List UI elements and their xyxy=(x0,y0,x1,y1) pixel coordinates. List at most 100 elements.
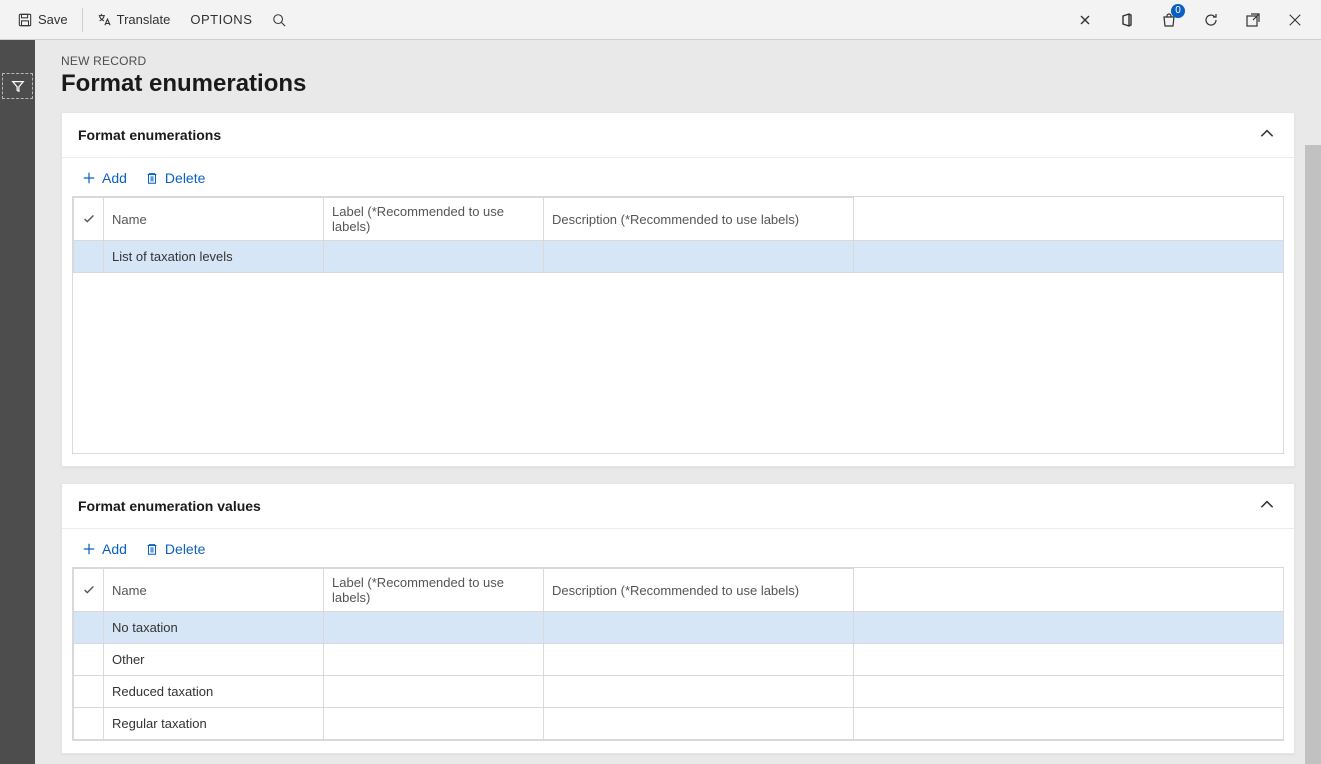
table-row[interactable]: List of taxation levels xyxy=(74,241,1284,273)
select-all-header[interactable] xyxy=(74,569,104,612)
panel2-body: Add Delete xyxy=(62,529,1294,753)
body-area: NEW RECORD Format enumerations Format en… xyxy=(0,40,1321,764)
panel2-grid: Name Label (*Recommended to use labels) … xyxy=(72,567,1284,741)
refresh-icon xyxy=(1203,12,1219,28)
filter-button[interactable] xyxy=(2,73,33,99)
save-label: Save xyxy=(38,12,68,27)
toolbar-left-group: Save Translate OPTIONS xyxy=(8,0,296,40)
delete-button[interactable]: Delete xyxy=(145,170,205,186)
breadcrumb: NEW RECORD xyxy=(61,54,1295,68)
delete-button[interactable]: Delete xyxy=(145,541,205,557)
connector-button[interactable] xyxy=(1067,2,1103,38)
add-button[interactable]: Add xyxy=(82,541,127,557)
office-button[interactable] xyxy=(1109,2,1145,38)
search-button[interactable] xyxy=(262,0,296,40)
table-row[interactable]: Regular taxation xyxy=(74,708,1284,740)
cell-label[interactable] xyxy=(324,676,544,708)
popout-button[interactable] xyxy=(1235,2,1271,38)
scrollbar[interactable] xyxy=(1305,145,1321,764)
popout-icon xyxy=(1245,12,1261,28)
trash-icon xyxy=(145,171,159,185)
cell-name[interactable]: No taxation xyxy=(104,612,324,644)
chevron-up-icon xyxy=(1258,125,1278,145)
translate-icon xyxy=(97,13,111,27)
refresh-button[interactable] xyxy=(1193,2,1229,38)
col-description[interactable]: Description (*Recommended to use labels) xyxy=(544,198,854,241)
cell-name[interactable]: Regular taxation xyxy=(104,708,324,740)
cell-name[interactable]: Reduced taxation xyxy=(104,676,324,708)
options-label: OPTIONS xyxy=(190,12,252,27)
close-button[interactable] xyxy=(1277,2,1313,38)
cell-spacer xyxy=(854,612,1284,644)
panel1-header[interactable]: Format enumerations xyxy=(62,113,1294,158)
top-toolbar: Save Translate OPTIONS xyxy=(0,0,1321,40)
table-row[interactable]: Reduced taxation xyxy=(74,676,1284,708)
cell-description[interactable] xyxy=(544,612,854,644)
cell-description[interactable] xyxy=(544,241,854,273)
panel2-title: Format enumeration values xyxy=(78,498,261,514)
connector-icon xyxy=(1077,12,1093,28)
cell-name[interactable]: Other xyxy=(104,644,324,676)
panel-format-enumerations: Format enumerations Add xyxy=(61,112,1295,467)
row-selector[interactable] xyxy=(74,644,104,676)
cell-name[interactable]: List of taxation levels xyxy=(104,241,324,273)
chevron-up-icon xyxy=(1258,496,1278,516)
save-button[interactable]: Save xyxy=(8,0,78,40)
panel1-grid: Name Label (*Recommended to use labels) … xyxy=(72,196,1284,454)
panel2-header[interactable]: Format enumeration values xyxy=(62,484,1294,529)
translate-button[interactable]: Translate xyxy=(87,0,181,40)
left-rail xyxy=(0,40,35,764)
add-label: Add xyxy=(102,170,127,186)
search-icon xyxy=(272,13,286,27)
col-name[interactable]: Name xyxy=(104,569,324,612)
cell-spacer xyxy=(854,708,1284,740)
cell-label[interactable] xyxy=(324,644,544,676)
add-label: Add xyxy=(102,541,127,557)
cell-label[interactable] xyxy=(324,241,544,273)
cell-description[interactable] xyxy=(544,644,854,676)
panel1-header-row: Name Label (*Recommended to use labels) … xyxy=(74,198,1284,241)
filter-icon xyxy=(11,79,25,93)
plus-icon xyxy=(82,542,96,556)
save-icon xyxy=(18,13,32,27)
cell-description[interactable] xyxy=(544,676,854,708)
plus-icon xyxy=(82,171,96,185)
col-name[interactable]: Name xyxy=(104,198,324,241)
cell-label[interactable] xyxy=(324,612,544,644)
cell-spacer xyxy=(854,241,1284,273)
panel1-body: Add Delete xyxy=(62,158,1294,466)
notifications-button[interactable]: 0 xyxy=(1151,2,1187,38)
col-spacer xyxy=(854,569,1284,612)
row-selector[interactable] xyxy=(74,708,104,740)
row-selector[interactable] xyxy=(74,676,104,708)
table-row[interactable]: Other xyxy=(74,644,1284,676)
options-button[interactable]: OPTIONS xyxy=(180,0,262,40)
toolbar-separator xyxy=(82,8,83,32)
trash-icon xyxy=(145,542,159,556)
cell-spacer xyxy=(854,644,1284,676)
cell-description[interactable] xyxy=(544,708,854,740)
scrollbar-thumb[interactable] xyxy=(1305,145,1321,764)
cell-spacer xyxy=(854,676,1284,708)
office-icon xyxy=(1119,12,1135,28)
select-all-header[interactable] xyxy=(74,198,104,241)
check-icon xyxy=(82,212,95,226)
delete-label: Delete xyxy=(165,170,205,186)
panel1-actions: Add Delete xyxy=(72,170,1284,196)
col-description[interactable]: Description (*Recommended to use labels) xyxy=(544,569,854,612)
panel2-actions: Add Delete xyxy=(72,541,1284,567)
panel1-empty-space xyxy=(73,273,1283,453)
toolbar-right-group: 0 xyxy=(1067,2,1313,38)
page-title: Format enumerations xyxy=(61,70,1295,98)
col-label[interactable]: Label (*Recommended to use labels) xyxy=(324,198,544,241)
content-area: NEW RECORD Format enumerations Format en… xyxy=(35,40,1321,764)
check-icon xyxy=(82,583,95,597)
col-label[interactable]: Label (*Recommended to use labels) xyxy=(324,569,544,612)
notification-badge: 0 xyxy=(1171,4,1185,18)
table-row[interactable]: No taxation xyxy=(74,612,1284,644)
row-selector[interactable] xyxy=(74,612,104,644)
add-button[interactable]: Add xyxy=(82,170,127,186)
cell-label[interactable] xyxy=(324,708,544,740)
delete-label: Delete xyxy=(165,541,205,557)
row-selector[interactable] xyxy=(74,241,104,273)
